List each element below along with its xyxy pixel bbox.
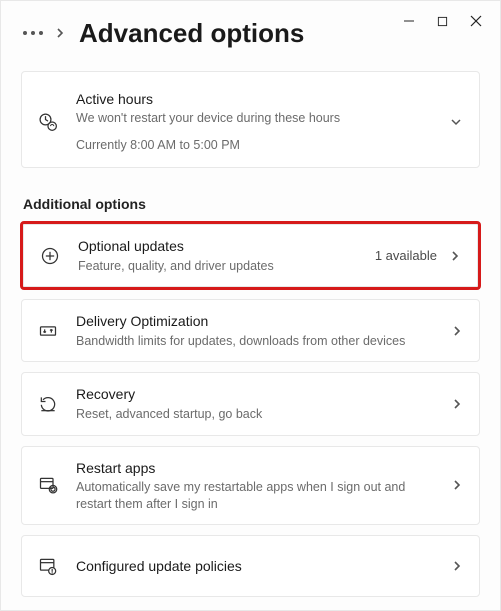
recovery-title: Recovery (76, 385, 443, 403)
window-controls (403, 1, 500, 41)
restart-apps-icon (38, 475, 58, 495)
restart-apps-title: Restart apps (76, 459, 443, 477)
restart-apps-sub: Automatically save my restartable apps w… (76, 479, 443, 513)
chevron-right-icon (451, 478, 463, 492)
highlight-box: Optional updates Feature, quality, and d… (21, 222, 480, 289)
delivery-icon (38, 321, 58, 341)
chevron-right-icon (451, 324, 463, 338)
active-hours-sub: We won't restart your device during thes… (76, 110, 441, 127)
optional-updates-title: Optional updates (78, 237, 367, 255)
recovery-sub: Reset, advanced startup, go back (76, 406, 443, 423)
chevron-right-icon (449, 249, 461, 263)
chevron-right-icon (451, 559, 463, 573)
page-title: Advanced options (79, 18, 304, 49)
configured-policies-title: Configured update policies (76, 557, 443, 575)
restart-apps-card[interactable]: Restart apps Automatically save my resta… (21, 446, 480, 526)
active-hours-card[interactable]: Active hours We won't restart your devic… (21, 71, 480, 168)
active-hours-current: Currently 8:00 AM to 5:00 PM (76, 137, 441, 153)
optional-updates-count: 1 available (375, 248, 437, 263)
active-hours-icon (38, 112, 58, 132)
close-button[interactable] (470, 15, 482, 27)
minimize-button[interactable] (403, 15, 415, 27)
maximize-button[interactable] (437, 16, 448, 27)
optional-updates-sub: Feature, quality, and driver updates (78, 258, 367, 275)
configured-policies-card[interactable]: Configured update policies (21, 535, 480, 597)
additional-options-heading: Additional options (23, 196, 480, 212)
chevron-right-icon (451, 397, 463, 411)
delivery-title: Delivery Optimization (76, 312, 443, 330)
recovery-card[interactable]: Recovery Reset, advanced startup, go bac… (21, 372, 480, 435)
active-hours-title: Active hours (76, 90, 441, 108)
plus-circle-icon (40, 246, 60, 266)
breadcrumb-chevron-icon (55, 26, 65, 40)
delivery-optimization-card[interactable]: Delivery Optimization Bandwidth limits f… (21, 299, 480, 362)
policies-icon (38, 556, 58, 576)
optional-updates-card[interactable]: Optional updates Feature, quality, and d… (23, 224, 478, 287)
delivery-sub: Bandwidth limits for updates, downloads … (76, 333, 443, 350)
more-icon[interactable] (23, 31, 43, 35)
chevron-down-icon (449, 115, 463, 129)
recovery-icon (38, 394, 58, 414)
